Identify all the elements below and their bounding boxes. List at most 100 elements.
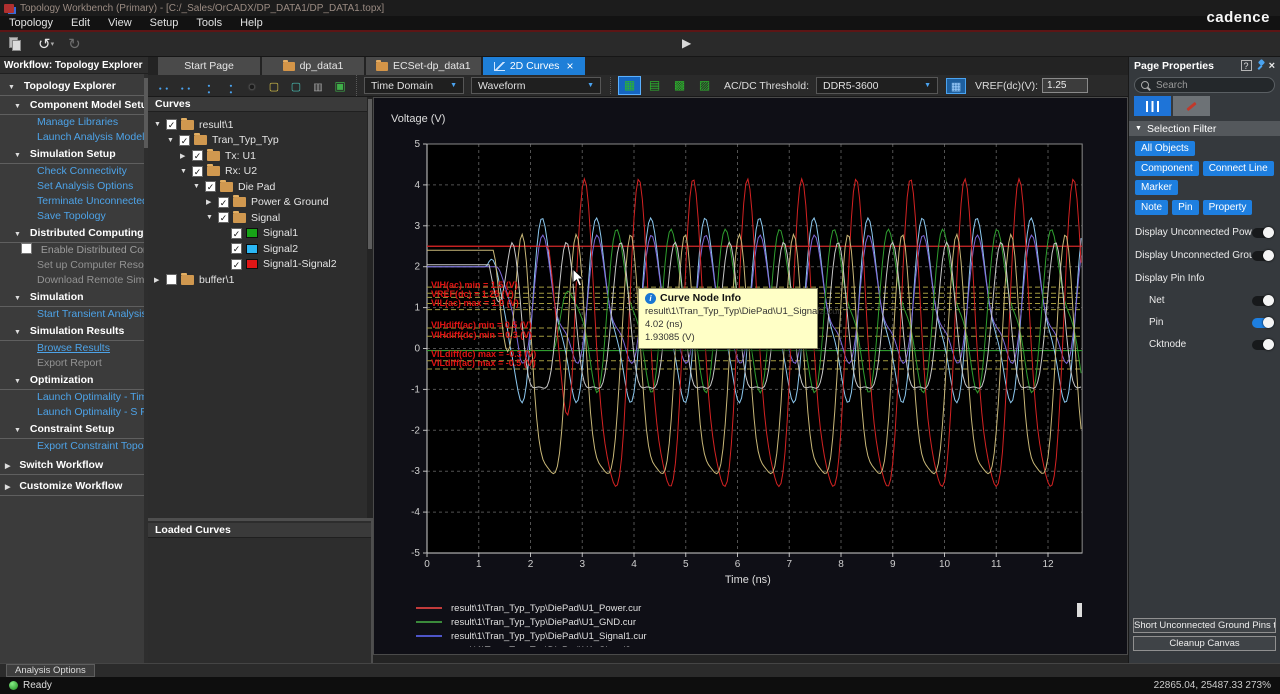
- domain-select[interactable]: Time Domain ▼: [364, 77, 464, 94]
- marker-v1-icon[interactable]: [198, 77, 218, 94]
- checkbox[interactable]: ✓: [192, 166, 203, 177]
- checkbox[interactable]: ✓: [231, 228, 242, 239]
- workflow-item[interactable]: Simulation Setup: [0, 147, 148, 164]
- tab[interactable]: dp_data1: [262, 57, 364, 75]
- workflow-item[interactable]: Switch Workflow: [0, 458, 148, 475]
- expand-arrow-icon[interactable]: ▶: [154, 276, 166, 284]
- filter-chip[interactable]: Component: [1135, 161, 1199, 176]
- expand-arrow-icon[interactable]: ▶: [180, 152, 192, 160]
- workflow-item[interactable]: Browse Results: [0, 341, 148, 356]
- workflow-item[interactable]: Topology Explorer: [0, 79, 148, 96]
- marker-h2-icon[interactable]: [176, 77, 196, 94]
- analysis-options-tab[interactable]: Analysis Options: [6, 664, 95, 677]
- filter-chip[interactable]: Pin: [1172, 200, 1198, 215]
- workflow-item[interactable]: Component Model Setup: [0, 98, 148, 115]
- workflow-item[interactable]: Launch Analysis Model Manage: [0, 130, 148, 145]
- workflow-item[interactable]: Distributed Computing Setup: [0, 226, 148, 243]
- checkbox[interactable]: ✓: [218, 197, 229, 208]
- workflow-item[interactable]: Save Topology: [0, 209, 148, 224]
- curve-tree-item[interactable]: ▼ ✓ Signal: [148, 210, 371, 226]
- checkbox[interactable]: ✓: [179, 135, 190, 146]
- close-icon[interactable]: ×: [566, 59, 573, 73]
- tab[interactable]: Start Page: [158, 57, 260, 75]
- expand-arrow-icon[interactable]: ▼: [193, 183, 205, 190]
- eye-diagram-icon[interactable]: [619, 77, 640, 94]
- tab[interactable]: 2D Curves ×: [483, 57, 585, 75]
- curve-tree-item[interactable]: ✓ Signal2: [148, 241, 371, 257]
- workflow-item[interactable]: Simulation: [0, 290, 148, 307]
- workflow-item[interactable]: Launch Optimality - Time Doma: [0, 390, 148, 405]
- checkbox[interactable]: ✓: [231, 259, 242, 270]
- filter-chip[interactable]: Property: [1203, 200, 1253, 215]
- workflow-item[interactable]: Enable Distributed Computing: [0, 243, 148, 258]
- curve-tree-item[interactable]: ▶ buffer\1: [148, 272, 371, 288]
- menu-item[interactable]: Topology: [0, 16, 62, 30]
- checkbox[interactable]: ✓: [218, 212, 229, 223]
- curve-tree-item[interactable]: ▶ ✓ Tx: U1: [148, 148, 371, 164]
- filter-chip[interactable]: Note: [1135, 200, 1168, 215]
- marker-v2-icon[interactable]: [220, 77, 240, 94]
- checkbox[interactable]: ✓: [166, 119, 177, 130]
- curve-tree-item[interactable]: ▼ ✓ Die Pad: [148, 179, 371, 195]
- workflow-item[interactable]: Export Constraint Topology: [0, 439, 148, 454]
- close-icon[interactable]: ×: [1269, 60, 1275, 72]
- filter-chip[interactable]: Connect Line: [1203, 161, 1274, 176]
- menu-item[interactable]: Setup: [141, 16, 188, 30]
- toggle-switch[interactable]: [1252, 228, 1274, 238]
- plot-type-select[interactable]: Waveform ▼: [471, 77, 601, 94]
- checkbox[interactable]: ✓: [192, 150, 203, 161]
- filter-chip[interactable]: Marker: [1135, 180, 1178, 195]
- workflow-item[interactable]: Simulation Results: [0, 324, 148, 341]
- curve-tree-item[interactable]: ▶ ✓ Power & Ground: [148, 195, 371, 211]
- pan-icon[interactable]: [308, 77, 328, 94]
- expand-arrow-icon[interactable]: ▶: [206, 198, 218, 206]
- workflow-item[interactable]: Launch Optimality - S Paramete: [0, 405, 148, 420]
- waveform-chart[interactable]: 0123456789101112-5-4-3-2-1012345VIH(ac) …: [374, 98, 1127, 654]
- eye-measure-icon[interactable]: [694, 77, 715, 94]
- help-icon[interactable]: ?: [1241, 60, 1252, 71]
- toggle-switch[interactable]: [1252, 318, 1274, 328]
- workflow-item[interactable]: Check Connectivity: [0, 164, 148, 179]
- workflow-item[interactable]: Optimization: [0, 373, 148, 390]
- pin-icon[interactable]: [1256, 60, 1265, 71]
- workflow-item[interactable]: Set Analysis Options: [0, 179, 148, 194]
- curve-tree-item[interactable]: ▼ ✓ Tran_Typ_Typ: [148, 133, 371, 149]
- menu-item[interactable]: Tools: [187, 16, 231, 30]
- menu-item[interactable]: Edit: [62, 16, 99, 30]
- curve-tree-item[interactable]: ▼ ✓ result\1: [148, 117, 371, 133]
- run-simulation-icon[interactable]: ▶: [682, 36, 691, 50]
- zoom-region-icon[interactable]: [286, 77, 306, 94]
- undo-icon[interactable]: ↺▾: [38, 35, 54, 53]
- save-icon[interactable]: [8, 36, 24, 52]
- marker-h1-icon[interactable]: [154, 77, 174, 94]
- expand-arrow-icon[interactable]: ▼: [167, 137, 179, 144]
- workflow-item[interactable]: Terminate Unconnected Pins: [0, 194, 148, 209]
- workflow-item[interactable]: Constraint Setup: [0, 422, 148, 439]
- checkbox[interactable]: ✓: [205, 181, 216, 192]
- vref-grid-icon[interactable]: ▦: [946, 78, 966, 94]
- curve-tree-item[interactable]: ✓ Signal1-Signal2: [148, 257, 371, 273]
- workflow-item[interactable]: Manage Libraries: [0, 115, 148, 130]
- short-ground-pins-button[interactable]: Short Unconnected Ground Pins to G: [1133, 618, 1276, 633]
- cleanup-canvas-button[interactable]: Cleanup Canvas: [1133, 636, 1276, 651]
- toggle-switch[interactable]: [1252, 296, 1274, 306]
- menu-item[interactable]: Help: [231, 16, 272, 30]
- curve-tree-item[interactable]: ▼ ✓ Rx: U2: [148, 164, 371, 180]
- fit-view-icon[interactable]: [330, 77, 350, 94]
- eye-contour-icon[interactable]: [669, 77, 690, 94]
- expand-arrow-icon[interactable]: ▼: [206, 214, 218, 221]
- workflow-item[interactable]: Customize Workflow: [0, 479, 148, 496]
- copy-curve-icon[interactable]: [264, 77, 284, 94]
- search-input[interactable]: [1154, 79, 1254, 92]
- acdc-threshold-select[interactable]: DDR5-3600 ▼: [816, 77, 938, 94]
- probe-icon[interactable]: [242, 77, 262, 94]
- toggle-switch[interactable]: [1252, 340, 1274, 350]
- selection-filter-header[interactable]: ▼ Selection Filter: [1129, 121, 1280, 136]
- checkbox[interactable]: ✓: [231, 243, 242, 254]
- filter-tool-button[interactable]: [1134, 96, 1171, 116]
- filter-chip[interactable]: All Objects: [1135, 141, 1195, 156]
- vref-input[interactable]: [1042, 78, 1088, 93]
- curve-tree-item[interactable]: ✓ Signal1: [148, 226, 371, 242]
- tab[interactable]: ECSet-dp_data1: [366, 57, 481, 75]
- expand-arrow-icon[interactable]: ▼: [180, 168, 192, 175]
